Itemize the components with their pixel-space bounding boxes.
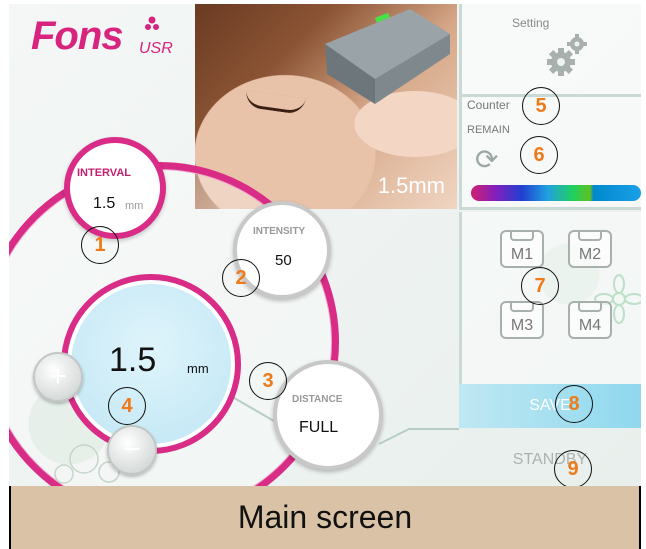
annotation-marker-1: 1: [81, 226, 119, 264]
plus-icon: +: [49, 360, 67, 393]
main-screen: 1.5mm Fons USR Setting Counter REMAIN ⟳ …: [9, 4, 641, 486]
annotation-marker-7: 7: [521, 267, 559, 305]
caption: Main screen: [9, 486, 641, 549]
distance-value: FULL: [299, 419, 339, 436]
depth-unit: mm: [187, 361, 209, 376]
minus-button[interactable]: −: [107, 425, 157, 475]
interval-value: 1.5: [93, 195, 116, 212]
depth-value: 1.5: [109, 341, 157, 379]
distance-button[interactable]: [273, 360, 383, 470]
annotation-marker-3: 3: [249, 362, 287, 400]
annotation-marker-6: 6: [520, 136, 558, 174]
annotation-marker-9: 9: [554, 450, 592, 486]
plus-button[interactable]: +: [33, 352, 83, 402]
interval-title: INTERVAL: [77, 167, 131, 179]
frame: 1.5mm Fons USR Setting Counter REMAIN ⟳ …: [0, 0, 646, 549]
annotation-marker-2: 2: [222, 259, 260, 297]
minus-icon: −: [123, 433, 141, 466]
intensity-value: 50: [275, 252, 292, 269]
intensity-title: INTENSITY: [253, 226, 306, 237]
annotation-marker-5: 5: [522, 87, 560, 125]
interval-button[interactable]: [64, 137, 166, 239]
annotation-marker-8: 8: [555, 385, 593, 423]
interval-unit: mm: [125, 200, 144, 212]
distance-title: DISTANCE: [292, 394, 343, 405]
annotation-marker-4: 4: [108, 387, 146, 425]
